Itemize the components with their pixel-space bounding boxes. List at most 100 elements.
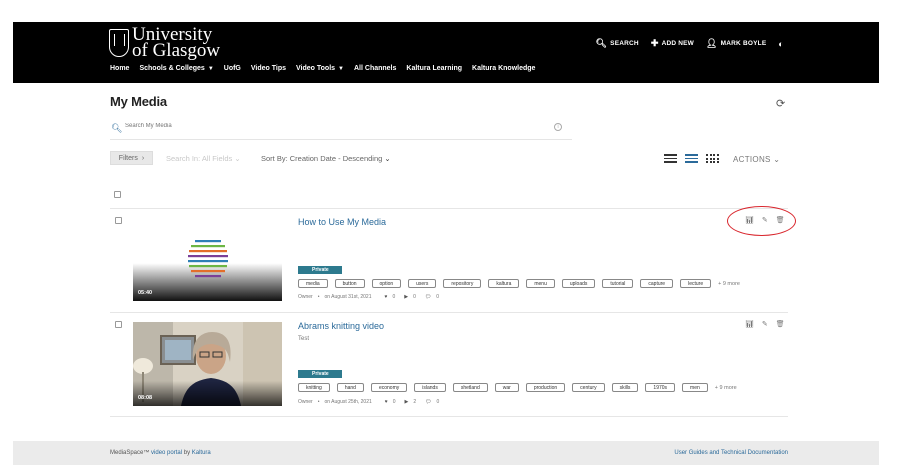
nav-label: Video Tips [250,65,287,72]
chevron-down-icon: ⌄ [773,155,781,164]
tag[interactable]: repository [443,279,482,288]
details-view-icon[interactable] [664,154,677,163]
nav-label: UofG [223,65,241,72]
entry-thumbnail[interactable]: 08:08 [133,322,282,406]
entry-meta: Owner • on August 31st, 2021 ♥ 0 ▶ 0 💬︎ … [298,294,439,300]
tag[interactable]: option [371,279,402,288]
search-in-dropdown[interactable]: Search In: All Fields ⌄ [166,154,241,163]
play-icon: ▶ [404,294,409,300]
grid-view-icon[interactable] [706,154,719,163]
chevron-down-icon: ▼ [207,66,214,72]
by-text: by [183,450,191,456]
tag[interactable]: 1970s [645,383,676,392]
search-input[interactable] [125,123,545,129]
tag[interactable]: islands [414,383,446,392]
select-all-checkbox[interactable] [114,191,121,198]
presenter-thumbnail-image [133,322,282,406]
search-link[interactable]: 🔍︎ SEARCH [596,38,639,49]
search-link-label: SEARCH [610,40,639,47]
nav-label: All Channels [354,65,397,72]
chevron-right-icon: › [141,154,145,162]
nav-label: Home [110,65,130,72]
nav-kaltura-learning[interactable]: Kaltura Learning [406,65,462,72]
tag[interactable]: uploads [561,279,596,288]
owner-label: Owner [298,294,313,300]
tag[interactable]: war [494,383,519,392]
plus-icon: ✚ [650,38,659,48]
tag[interactable]: shetland [452,383,488,392]
comment-icon: 💬︎ [425,399,432,405]
nav-video-tools[interactable]: Video Tools ▼ [296,65,344,72]
search-bar: 🔍︎ i [110,120,572,140]
entry-title-link[interactable]: How to Use My Media [298,217,386,227]
search-icon: 🔍︎ [111,123,123,133]
add-new-button[interactable]: ✚ ADD NEW [651,38,694,49]
actions-dropdown[interactable]: ACTIONS ⌄ [733,155,780,164]
site-footer: MediaSpace™ video portal by Kaltura User… [13,441,879,465]
tag-list: media button option users repository kal… [298,279,740,288]
search-in-label: Search In: All Fields [166,154,233,163]
nav-home[interactable]: Home [110,65,129,72]
likes-count: 0 [392,294,396,300]
entry-title-link[interactable]: Abrams knitting video [298,321,384,331]
delete-icon[interactable]: 🗑︎ [776,320,785,328]
university-logo[interactable]: University of Glasgow [109,25,221,61]
tag[interactable]: hand [336,383,364,392]
comment-icon: 💬︎ [424,294,432,300]
nav-kaltura-knowledge[interactable]: Kaltura Knowledge [472,65,535,72]
tag[interactable]: media [298,279,328,288]
tag[interactable]: skills [611,383,639,392]
nav-video-tips[interactable]: Video Tips [251,65,286,72]
nav-label: Video Tools [296,65,336,72]
plays-count: 0 [413,294,416,300]
filters-button[interactable]: Filters › [110,151,153,165]
tag-list: knitting hand economy islands shetland w… [298,383,737,392]
edit-icon[interactable]: ✎ [762,320,768,328]
more-tags-link[interactable]: + 9 more [718,281,740,287]
kaltura-link[interactable]: Kaltura [192,450,211,456]
user-menu[interactable]: 👤︎ MARK BOYLE [706,38,766,49]
tag[interactable]: century [572,383,605,392]
product-name: MediaSpace™ [110,450,150,456]
more-tags-link[interactable]: + 9 more [715,385,737,391]
media-entry: 08:08 Abrams knitting video Test Private… [110,313,788,416]
tag[interactable]: menu [526,279,555,288]
refresh-icon[interactable]: ⟳ [776,97,785,110]
tag[interactable]: tutorial [602,279,634,288]
highlight-annotation [727,206,796,236]
nav-uofg[interactable]: UofG [224,65,241,72]
tag[interactable]: men [682,383,708,392]
documentation-link[interactable]: User Guides and Technical Documentation [674,450,788,456]
entry-checkbox[interactable] [115,321,122,328]
info-icon[interactable]: i [554,123,562,131]
footer-credit: MediaSpace™ video portal by Kaltura [110,450,211,456]
tag[interactable]: production [525,383,566,392]
list-view-icon[interactable] [685,154,698,163]
analytics-icon[interactable]: 📊︎ [745,320,754,328]
play-icon: ▶ [404,399,409,405]
bullet: • [317,294,320,300]
sort-by-dropdown[interactable]: Sort By: Creation Date - Descending ⌄ [261,154,391,163]
tag[interactable]: kaltura [488,279,520,288]
nav-label: Kaltura Learning [406,65,463,72]
media-entry: 05:40 How to Use My Media Private media … [110,209,788,312]
tag[interactable]: economy [370,383,408,392]
contrast-toggle[interactable]: ◐ [778,39,784,49]
tag[interactable]: lecture [680,279,712,288]
nav-label: Schools & Colleges [139,65,205,72]
crest-icon [109,29,129,57]
nav-all-channels[interactable]: All Channels [354,65,396,72]
divider [110,416,788,417]
site-header: University of Glasgow 🔍︎ SEARCH ✚ ADD NE… [13,22,879,83]
tag[interactable]: capture [640,279,674,288]
tag[interactable]: users [408,279,437,288]
entry-checkbox[interactable] [115,217,122,224]
logo-line-2: of Glasgow [132,40,221,61]
video-portal-link[interactable]: video portal [151,450,182,456]
tag[interactable]: knitting [298,383,330,392]
entry-thumbnail[interactable]: 05:40 [133,217,282,301]
nav-schools-colleges[interactable]: Schools & Colleges ▼ [139,65,213,72]
tag[interactable]: button [334,279,365,288]
user-name: MARK BOYLE [720,40,767,47]
bullet: • [317,399,320,405]
